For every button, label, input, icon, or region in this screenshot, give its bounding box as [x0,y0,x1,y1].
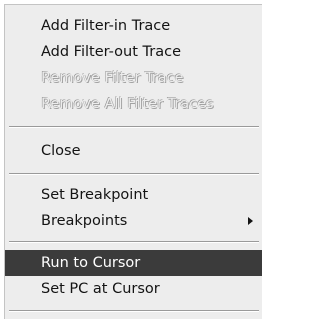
menu-item-set-pc-at-cursor[interactable]: Set PC at Cursor [5,276,262,302]
menu-separator [9,310,259,312]
menu-item-label: Remove All Filter Traces [41,96,214,112]
menu-item-label: Remove Filter Trace [41,70,184,86]
menu-item-close[interactable]: Close [5,138,262,164]
menu-item-label: Set PC at Cursor [41,281,160,297]
menu-separator [9,173,259,175]
menu-item-label: Set Breakpoint [41,187,149,203]
menu-item-label: Run to Cursor [41,255,141,271]
menu-item-remove-all-filter-traces: Remove All Filter Traces [5,91,262,117]
menu-item-remove-filter-trace: Remove Filter Trace [5,65,262,91]
menu-item-label: Add Filter-in Trace [41,18,171,34]
menu-item-add-filter-out-trace[interactable]: Add Filter-out Trace [5,39,262,65]
menu-item-breakpoints[interactable]: Breakpoints [5,208,262,234]
menu-item-label: Add Filter-out Trace [41,44,181,60]
context-menu: Add Filter-in Trace Add Filter-out Trace… [4,4,262,319]
menu-item-label: Close [41,143,81,159]
menu-separator [9,126,259,128]
menu-item-set-breakpoint[interactable]: Set Breakpoint [5,182,262,208]
menu-item-label: Breakpoints [41,213,128,229]
chevron-right-icon [248,217,253,225]
menu-item-run-to-cursor[interactable]: Run to Cursor [5,250,262,276]
menu-separator [9,241,259,243]
menu-item-add-filter-in-trace[interactable]: Add Filter-in Trace [5,13,262,39]
